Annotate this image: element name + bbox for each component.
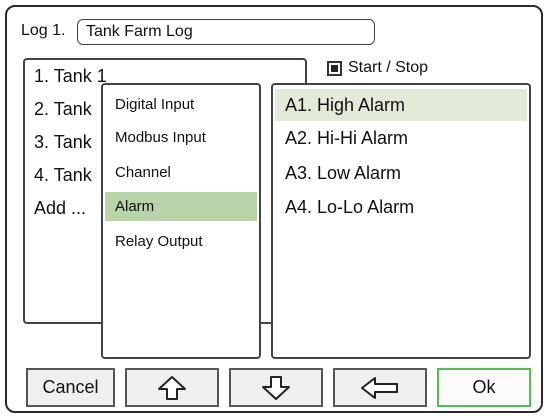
menu-item-channel[interactable]: Channel — [105, 158, 257, 187]
log-name-field[interactable]: Tank Farm Log — [77, 19, 375, 45]
input-type-menu[interactable]: Digital Input Modbus Input Channel Alarm… — [101, 83, 261, 359]
menu-item-digital-input[interactable]: Digital Input — [105, 90, 257, 119]
up-arrow-icon — [157, 375, 187, 401]
start-stop-checkbox[interactable] — [327, 60, 342, 76]
list-item[interactable]: 4. Tank — [34, 165, 92, 186]
ok-button[interactable]: Ok — [437, 368, 531, 407]
move-up-button[interactable] — [125, 368, 219, 407]
left-arrow-icon — [360, 376, 400, 400]
list-item-hi-hi-alarm[interactable]: A2. Hi-Hi Alarm — [275, 122, 527, 154]
list-item[interactable]: 2. Tank — [34, 99, 92, 120]
log-label: Log 1. — [21, 22, 66, 39]
menu-item-modbus-input[interactable]: Modbus Input — [105, 123, 257, 152]
start-stop-label: Start / Stop — [348, 59, 429, 76]
move-down-button[interactable] — [229, 368, 323, 407]
alarm-list[interactable]: A1. High Alarm A2. Hi-Hi Alarm A3. Low A… — [271, 83, 531, 359]
list-item-low-alarm[interactable]: A3. Low Alarm — [275, 157, 527, 189]
down-arrow-icon — [261, 375, 291, 401]
back-button[interactable] — [333, 368, 427, 407]
menu-item-relay-output[interactable]: Relay Output — [105, 227, 257, 256]
cancel-button[interactable]: Cancel — [26, 368, 115, 407]
menu-item-alarm[interactable]: Alarm — [105, 192, 257, 221]
list-item-lo-lo-alarm[interactable]: A4. Lo-Lo Alarm — [275, 191, 527, 223]
list-item[interactable]: Add ... — [34, 198, 86, 219]
list-item[interactable]: 3. Tank — [34, 132, 92, 153]
start-stop-toggle[interactable]: Start / Stop — [327, 59, 428, 77]
list-item-high-alarm[interactable]: A1. High Alarm — [275, 89, 527, 121]
list-item[interactable]: 1. Tank 1 — [34, 66, 107, 87]
